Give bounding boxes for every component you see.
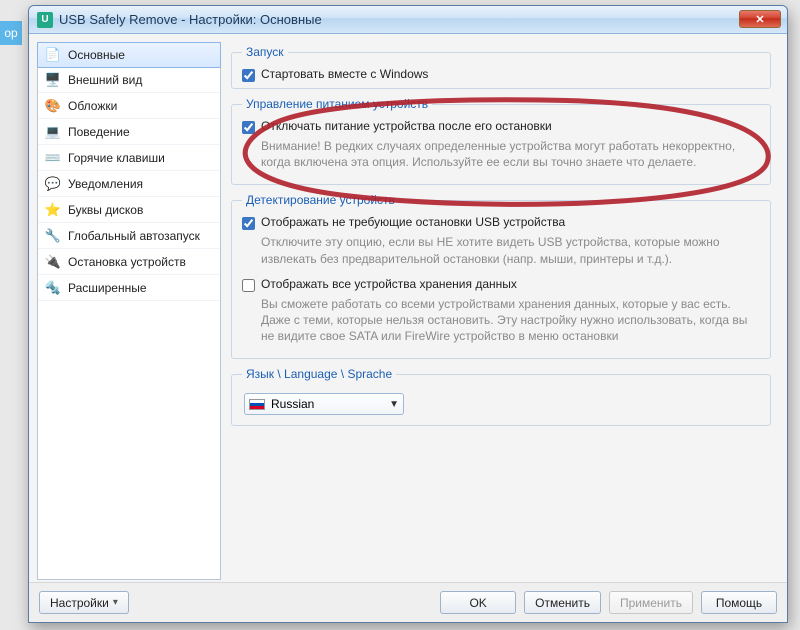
group-legend: Детектирование устройств [242, 193, 399, 207]
settings-content: Запуск Стартовать вместе с Windows Управ… [227, 42, 779, 580]
sidebar-item-label: Обложки [68, 99, 117, 113]
checkbox-start-with-windows[interactable] [242, 69, 255, 82]
sidebar-item-advanced[interactable]: 🔩 Расширенные [38, 275, 220, 301]
detect-desc-2: Вы сможете работать со всеми устройствам… [261, 296, 760, 345]
cancel-button[interactable]: Отменить [524, 591, 601, 614]
flag-ru-icon [249, 399, 265, 410]
sidebar-item-skins[interactable]: 🎨 Обложки [38, 93, 220, 119]
sidebar-item-hotkeys[interactable]: ⌨️ Горячие клавиши [38, 145, 220, 171]
checkbox-label: Отображать не требующие остановки USB ус… [261, 215, 565, 229]
page-icon: 📄 [44, 46, 62, 64]
settings-dropdown-button[interactable]: Настройки [39, 591, 129, 614]
plug-icon: 🔌 [44, 253, 62, 271]
group-device-detection: Детектирование устройств Отображать не т… [231, 193, 771, 359]
checkbox-show-non-stoppable-usb[interactable] [242, 217, 255, 230]
close-icon: ✕ [755, 13, 764, 26]
language-value: Russian [271, 397, 383, 411]
sidebar-item-appearance[interactable]: 🖥️ Внешний вид [38, 67, 220, 93]
button-label: Применить [620, 596, 682, 610]
help-button[interactable]: Помощь [701, 591, 777, 614]
sidebar-item-label: Остановка устройств [68, 255, 186, 269]
dialog-button-bar: Настройки OK Отменить Применить Помощь [29, 582, 787, 622]
chevron-down-icon: ▼ [389, 399, 399, 410]
wrench-icon: 🔧 [44, 227, 62, 245]
window-title: USB Safely Remove - Настройки: Основные [59, 12, 322, 27]
checkbox-show-all-storage[interactable] [242, 279, 255, 292]
checkbox-power-off-after-stop[interactable] [242, 121, 255, 134]
sidebar-item-label: Буквы дисков [68, 203, 143, 217]
laptop-icon: 💻 [44, 123, 62, 141]
app-icon: U [37, 12, 53, 28]
sidebar-item-device-stop[interactable]: 🔌 Остановка устройств [38, 249, 220, 275]
sidebar-item-label: Поведение [68, 125, 130, 139]
checkbox-label: Отключать питание устройства после его о… [261, 119, 552, 133]
button-label: OK [469, 596, 486, 610]
sidebar-item-global-autorun[interactable]: 🔧 Глобальный автозапуск [38, 223, 220, 249]
checkbox-label: Отображать все устройства хранения данны… [261, 277, 517, 291]
sidebar-item-general[interactable]: 📄 Основные [37, 42, 221, 68]
chip-icon: 🔩 [44, 279, 62, 297]
bubble-icon: 💬 [44, 175, 62, 193]
group-startup: Запуск Стартовать вместе с Windows [231, 45, 771, 89]
sidebar-item-drive-letters[interactable]: ⭐ Буквы дисков [38, 197, 220, 223]
background-tab-fragment: ор [0, 21, 22, 45]
group-language: Язык \ Language \ Sprache Russian ▼ [231, 367, 771, 426]
sidebar-item-label: Внешний вид [68, 73, 142, 87]
monitor-icon: 🖥️ [44, 71, 62, 89]
apply-button[interactable]: Применить [609, 591, 693, 614]
detect-desc-1: Отключите эту опцию, если вы НЕ хотите в… [261, 234, 760, 266]
button-label: Помощь [716, 596, 762, 610]
button-label: Настройки [50, 596, 109, 610]
category-sidebar: 📄 Основные 🖥️ Внешний вид 🎨 Обложки 💻 По… [37, 42, 221, 580]
titlebar[interactable]: U USB Safely Remove - Настройки: Основны… [29, 6, 787, 34]
group-legend: Управление питанием устройств [242, 97, 432, 111]
settings-window: U USB Safely Remove - Настройки: Основны… [28, 5, 788, 623]
sidebar-item-label: Горячие клавиши [68, 151, 165, 165]
palette-icon: 🎨 [44, 97, 62, 115]
group-legend: Язык \ Language \ Sprache [242, 367, 396, 381]
language-dropdown[interactable]: Russian ▼ [244, 393, 404, 415]
sidebar-item-label: Уведомления [68, 177, 143, 191]
keyboard-icon: ⌨️ [44, 149, 62, 167]
sidebar-item-behavior[interactable]: 💻 Поведение [38, 119, 220, 145]
checkbox-label: Стартовать вместе с Windows [261, 67, 428, 81]
sidebar-item-label: Глобальный автозапуск [68, 229, 200, 243]
power-warning-text: Внимание! В редких случаях определенные … [261, 138, 760, 170]
group-legend: Запуск [242, 45, 288, 59]
ok-button[interactable]: OK [440, 591, 516, 614]
sidebar-item-label: Основные [68, 48, 125, 62]
sidebar-item-notifications[interactable]: 💬 Уведомления [38, 171, 220, 197]
group-power-management: Управление питанием устройств Отключать … [231, 97, 771, 185]
sidebar-item-label: Расширенные [68, 281, 147, 295]
button-label: Отменить [535, 596, 590, 610]
window-body: 📄 Основные 🖥️ Внешний вид 🎨 Обложки 💻 По… [29, 34, 787, 622]
close-button[interactable]: ✕ [739, 10, 781, 28]
star-icon: ⭐ [44, 201, 62, 219]
